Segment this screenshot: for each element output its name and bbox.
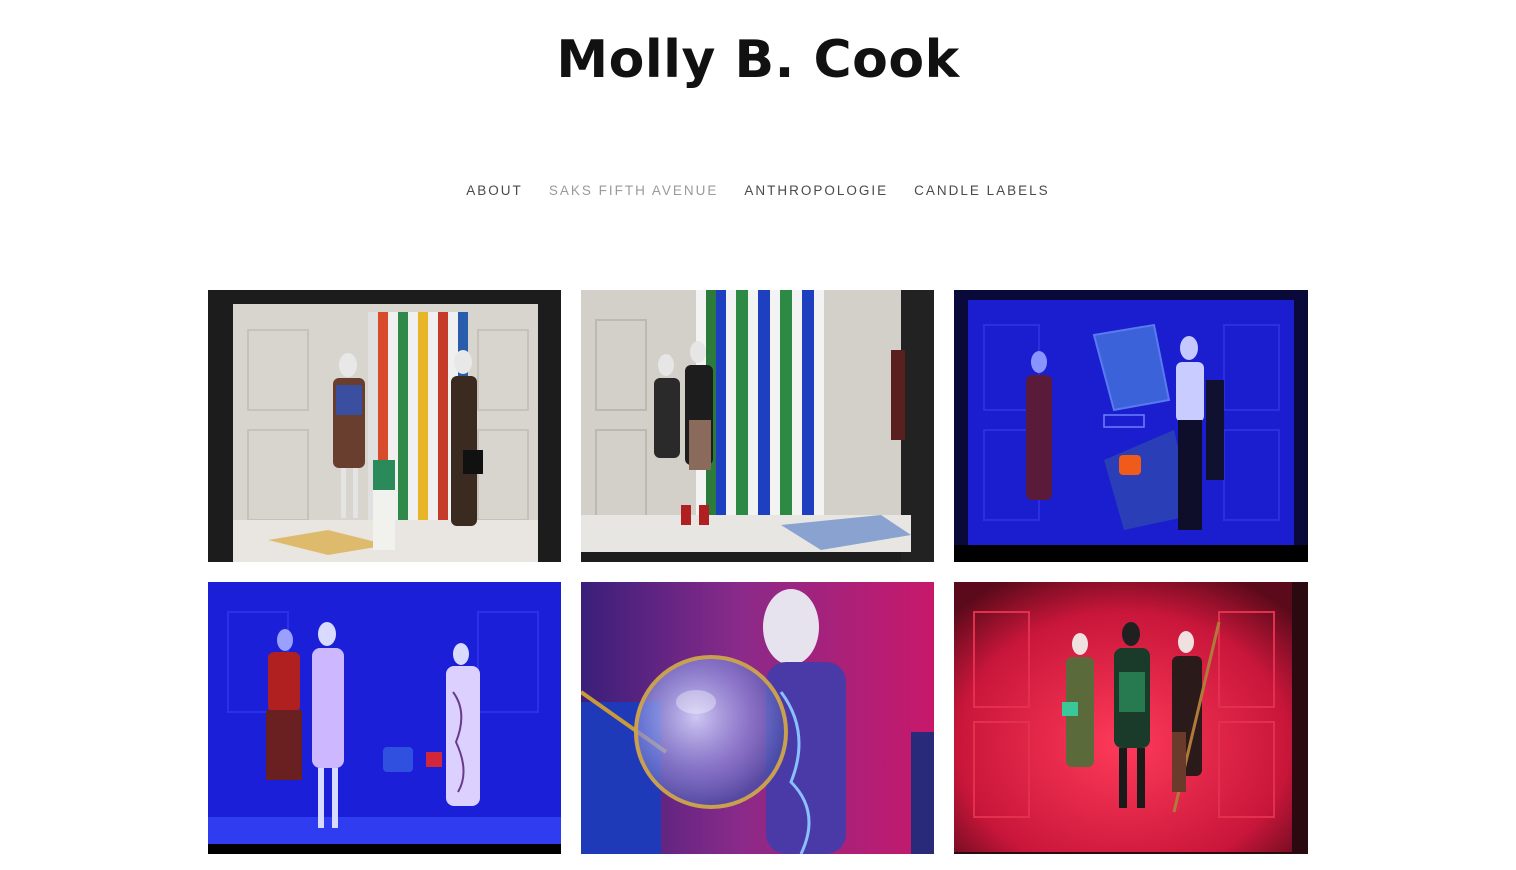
window-photo-4 bbox=[208, 582, 561, 854]
nav-item-saks-fifth-avenue[interactable]: SAKS FIFTH AVENUE bbox=[536, 182, 732, 200]
photo-gallery bbox=[208, 290, 1308, 854]
window-photo-6 bbox=[954, 582, 1308, 854]
window-photo-2 bbox=[581, 290, 934, 562]
gallery-thumbnail-3[interactable] bbox=[954, 290, 1308, 562]
gallery-thumbnail-6[interactable] bbox=[954, 582, 1308, 854]
gallery-thumbnail-5[interactable] bbox=[581, 582, 934, 854]
gallery-thumbnail-4[interactable] bbox=[208, 582, 561, 854]
gallery-thumbnail-2[interactable] bbox=[581, 290, 934, 562]
nav-item-candle-labels[interactable]: CANDLE LABELS bbox=[901, 182, 1063, 200]
nav-item-anthropologie[interactable]: ANTHROPOLOGIE bbox=[731, 182, 901, 200]
gallery-thumbnail-1[interactable] bbox=[208, 290, 561, 562]
window-photo-3 bbox=[954, 290, 1308, 562]
window-photo-1 bbox=[208, 290, 561, 562]
site-title[interactable]: Molly B. Cook bbox=[0, 28, 1516, 92]
nav-item-about[interactable]: ABOUT bbox=[453, 182, 536, 200]
window-photo-5 bbox=[581, 582, 934, 854]
main-nav: ABOUT SAKS FIFTH AVENUE ANTHROPOLOGIE CA… bbox=[0, 182, 1516, 200]
